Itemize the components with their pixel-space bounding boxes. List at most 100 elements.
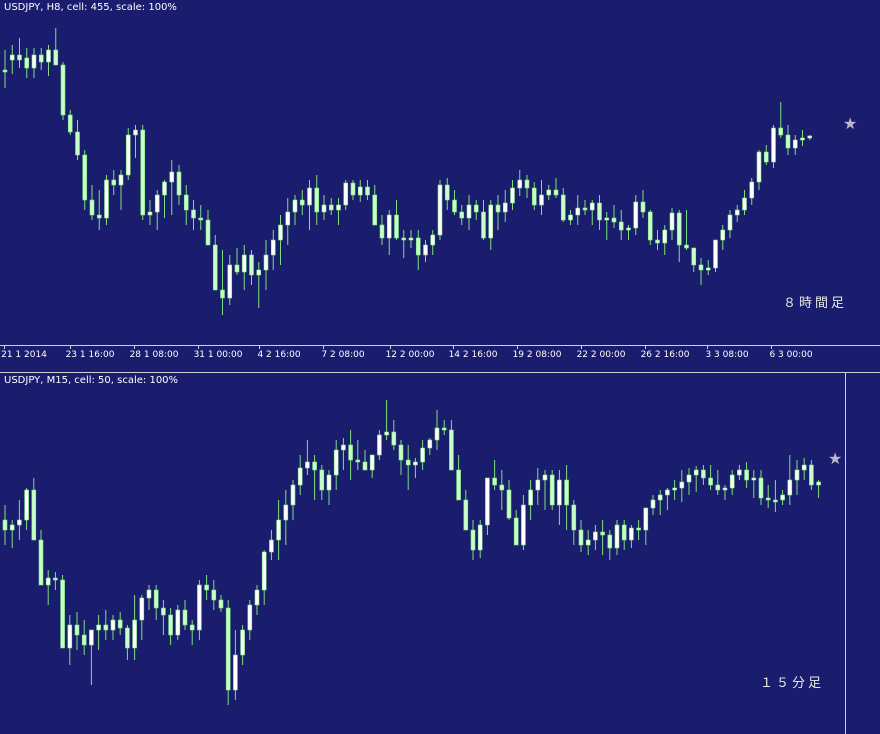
- candle: [307, 180, 312, 230]
- m15-timeframe-label: １５分足: [760, 676, 825, 691]
- candle: [17, 38, 22, 68]
- candle: [722, 485, 728, 500]
- m15-chart-panel[interactable]: ★ USDJPY, M15, cell: 50, scale: 100%: [0, 373, 880, 734]
- candle: [326, 470, 332, 505]
- bear-candle-body: [549, 474, 555, 506]
- candle: [765, 485, 771, 508]
- candle: [408, 230, 414, 248]
- candle: [285, 198, 291, 245]
- candle: [89, 185, 95, 220]
- bull-candle-body: [629, 527, 634, 541]
- bull-candle-body: [437, 184, 443, 236]
- bear-candle-body: [31, 489, 37, 541]
- candle: [621, 520, 627, 550]
- bear-candle-body: [481, 211, 486, 239]
- candle: [189, 620, 195, 645]
- bear-candle-body: [647, 211, 653, 241]
- candle: [60, 575, 65, 649]
- candle: [211, 580, 217, 610]
- bull-candle-body: [557, 479, 562, 506]
- bear-candle-body: [168, 614, 173, 636]
- bull-candle-body: [413, 461, 418, 466]
- candle: [220, 250, 225, 315]
- bear-candle-body: [571, 504, 577, 531]
- candle: [81, 620, 87, 655]
- bull-candle-body: [377, 434, 382, 456]
- candle: [205, 210, 211, 246]
- time-tick-label: 31 1 00:00: [193, 350, 243, 360]
- bear-candle-body: [473, 204, 479, 213]
- bull-candle-body: [488, 204, 494, 239]
- bear-candle-body: [82, 154, 88, 201]
- candle: [546, 185, 552, 200]
- bull-candle-body: [67, 624, 73, 649]
- candle: [278, 215, 283, 265]
- candle: [744, 462, 749, 488]
- candle: [125, 625, 130, 660]
- bear-candle-body: [758, 477, 764, 499]
- candle: [299, 190, 305, 215]
- candle: [800, 130, 805, 146]
- candle: [669, 208, 675, 240]
- bear-candle-body: [449, 429, 454, 471]
- candle: [24, 48, 30, 78]
- candle: [434, 410, 440, 450]
- candle: [247, 600, 253, 640]
- candle: [684, 210, 689, 250]
- bear-candle-body: [96, 214, 102, 219]
- m15-price-scale-line: [845, 373, 846, 734]
- bear-candle-body: [513, 517, 519, 546]
- bear-candle-body: [161, 607, 166, 616]
- candle: [198, 205, 204, 230]
- h8-chart-panel[interactable]: ★ USDJPY, H8, cell: 455, scale: 100% ８時間…: [0, 0, 880, 372]
- candle: [283, 490, 289, 545]
- bull-candle-body: [423, 244, 428, 256]
- bull-candle-body: [756, 151, 762, 183]
- candle: [611, 205, 617, 228]
- candle: [521, 495, 526, 550]
- bear-candle-body: [153, 589, 159, 609]
- candle: [513, 510, 519, 546]
- candle: [713, 239, 718, 272]
- candle: [737, 465, 742, 480]
- candle: [154, 190, 160, 230]
- time-tick-mark: [453, 345, 454, 349]
- candle: [377, 430, 382, 460]
- bull-candle-body: [727, 214, 733, 231]
- candle: [618, 210, 624, 240]
- candle: [466, 195, 472, 230]
- candle: [679, 470, 685, 502]
- time-tick-mark: [581, 345, 582, 349]
- candle: [568, 210, 573, 225]
- m15-candle-plot[interactable]: ★: [0, 373, 880, 734]
- candle: [305, 440, 310, 475]
- bull-candle-body: [89, 629, 94, 646]
- candle: [626, 225, 631, 240]
- candle: [240, 625, 245, 665]
- bull-candle-body: [662, 229, 668, 244]
- bull-candle-body: [794, 469, 800, 481]
- candle: [742, 190, 747, 215]
- candle: [604, 212, 610, 240]
- candle: [176, 165, 182, 205]
- bull-candle-body: [771, 127, 776, 163]
- candle: [495, 195, 501, 230]
- bull-candle-body: [276, 519, 281, 541]
- candle: [38, 530, 44, 586]
- candle: [734, 205, 740, 222]
- bull-candle-body: [283, 504, 289, 521]
- bear-candle-body: [372, 194, 378, 226]
- h8-candle-plot[interactable]: ★: [0, 0, 880, 372]
- bear-candle-body: [744, 469, 749, 481]
- time-tick-mark: [771, 345, 772, 349]
- bull-candle-body: [510, 187, 515, 204]
- candle: [191, 200, 196, 230]
- time-tick-label: 4 2 16:00: [257, 350, 301, 360]
- candle: [348, 430, 353, 480]
- bear-candle-body: [560, 194, 566, 221]
- candle: [234, 248, 240, 275]
- candle: [437, 180, 443, 240]
- candle: [430, 230, 436, 255]
- candle: [633, 195, 639, 235]
- bear-candle-body: [225, 607, 231, 691]
